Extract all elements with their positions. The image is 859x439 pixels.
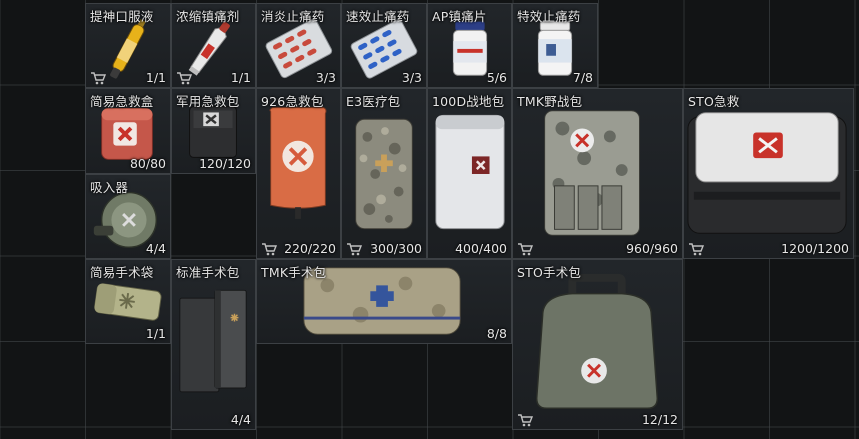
item-slot-sto-surgical-kit[interactable]: STO手术包 12/12 — [512, 259, 683, 430]
item-count: 1200/1200 — [781, 241, 849, 256]
item-slot-anti-inflammatory[interactable]: 消炎止痛药 3/3 — [256, 3, 341, 88]
item-name: 926急救包 — [261, 94, 324, 109]
item-slot-first-aid-926[interactable]: 926急救包 220/220 — [256, 88, 341, 259]
item-slot-e3-medical-kit[interactable]: E3医疗包 300/300 — [341, 88, 427, 259]
item-count: 400/400 — [455, 241, 507, 256]
item-slot-standard-surgical-kit[interactable]: 标准手术包 4/4 — [171, 259, 256, 430]
white-bag-icon — [435, 114, 505, 230]
cart-icon — [261, 241, 278, 256]
item-count: 80/80 — [129, 156, 166, 171]
item-name: TMK野战包 — [517, 94, 583, 109]
item-count: 4/4 — [145, 241, 166, 256]
item-count: 7/8 — [572, 70, 593, 85]
item-name: 简易急救盒 — [90, 94, 154, 109]
item-count: 4/4 — [230, 412, 251, 427]
item-name: E3医疗包 — [346, 94, 401, 109]
item-count: 8/8 — [486, 326, 507, 341]
cart-icon — [517, 412, 534, 427]
item-name: 简易手术袋 — [90, 265, 154, 280]
item-name: 军用急救包 — [176, 94, 240, 109]
inventory-grid: 提神口服液 1/1 浓缩镇痛剂 1/1 消炎止痛药 3/3 速效止痛药 3/3 … — [0, 0, 859, 439]
item-slot-simple-surgical-pouch[interactable]: 简易手术袋 1/1 — [85, 259, 171, 344]
item-slot-inhaler[interactable]: 吸入器 4/4 — [85, 174, 171, 259]
item-name: STO手术包 — [517, 265, 582, 280]
sto-surgical-bag-icon — [535, 273, 659, 409]
item-slot-special-painkiller[interactable]: 特效止痛药 7/8 — [512, 3, 598, 88]
item-name: STO急救 — [688, 94, 740, 109]
item-name: 提神口服液 — [90, 9, 154, 24]
camo-backpack-icon — [544, 110, 640, 236]
item-slot-analgesic-cream[interactable]: 浓缩镇痛剂 1/1 — [171, 3, 256, 88]
item-name: 吸入器 — [90, 180, 129, 195]
item-name: AP镇痛片 — [432, 9, 487, 24]
item-slot-military-first-aid-kit[interactable]: 军用急救包 120/120 — [171, 88, 256, 174]
item-count: 1/1 — [145, 70, 166, 85]
item-slot-sto-first-aid[interactable]: STO急救 1200/1200 — [683, 88, 854, 259]
item-slot-stim-oral[interactable]: 提神口服液 1/1 — [85, 3, 171, 88]
item-count: 220/220 — [284, 241, 336, 256]
item-count: 300/300 — [370, 241, 422, 256]
item-name: 100D战地包 — [432, 94, 505, 109]
cart-icon — [517, 241, 534, 256]
hard-case-icon — [687, 112, 847, 234]
item-count: 960/960 — [626, 241, 678, 256]
item-count: 3/3 — [401, 70, 422, 85]
item-slot-fast-painkiller[interactable]: 速效止痛药 3/3 — [341, 3, 427, 88]
item-slot-tmk-surgical-kit[interactable]: TMK手术包 8/8 — [256, 259, 512, 344]
item-count: 1/1 — [230, 70, 251, 85]
cart-icon — [346, 241, 363, 256]
item-name: TMK手术包 — [261, 265, 327, 280]
item-name: 消炎止痛药 — [261, 9, 325, 24]
camo-kit-icon — [355, 118, 413, 230]
item-count: 5/6 — [486, 70, 507, 85]
cart-icon — [688, 241, 705, 256]
item-slot-tmk-field-kit[interactable]: TMK野战包 960/960 — [512, 88, 683, 259]
item-count: 3/3 — [315, 70, 336, 85]
cart-icon — [90, 70, 107, 85]
item-slot-simple-first-aid-box[interactable]: 简易急救盒 80/80 — [85, 88, 171, 174]
item-count: 1/1 — [145, 326, 166, 341]
cart-icon — [176, 70, 193, 85]
item-count: 120/120 — [199, 156, 251, 171]
item-name: 特效止痛药 — [517, 9, 581, 24]
item-name: 速效止痛药 — [346, 9, 410, 24]
item-slot-ap-painkiller[interactable]: AP镇痛片 5/6 — [427, 3, 512, 88]
item-count: 12/12 — [641, 412, 678, 427]
item-name: 浓缩镇痛剂 — [176, 9, 240, 24]
item-slot-field-kit-100d[interactable]: 100D战地包 400/400 — [427, 88, 512, 259]
item-name: 标准手术包 — [176, 265, 240, 280]
folded-kit-icon — [179, 289, 247, 393]
orange-pouch-icon — [269, 107, 327, 219]
